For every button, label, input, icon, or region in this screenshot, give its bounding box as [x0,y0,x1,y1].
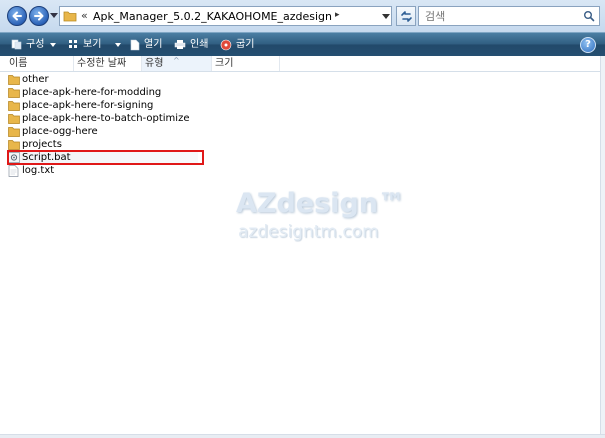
file-name: projects [22,139,62,150]
breadcrumb-folder[interactable]: Apk_Manager_5.0.2_KAKAOHOME_azdesign [93,10,332,23]
address-path-box[interactable]: « Apk_Manager_5.0.2_KAKAOHOME_azdesign ▸ [59,6,392,26]
watermark-url: azdesigntm.com [238,222,379,242]
batch-file-icon [8,152,20,163]
breadcrumb-arrow-icon[interactable]: ▸ [335,10,340,20]
folder-icon [63,11,77,22]
burn-label: 굽기 [236,39,255,50]
search-box[interactable] [418,6,600,26]
window-bottom-edge [0,434,605,438]
address-history-dropdown[interactable] [382,14,390,19]
list-item-selected[interactable]: Script.bat [8,151,198,164]
open-button[interactable]: 열기 [130,36,162,53]
refresh-button[interactable] [396,6,416,26]
file-name: place-apk-here-to-batch-optimize [22,113,190,124]
file-name: place-ogg-here [22,126,98,137]
document-icon [130,39,140,50]
list-item[interactable]: place-apk-here-to-batch-optimize [8,112,208,125]
back-button[interactable] [7,6,27,26]
list-item[interactable]: projects [8,138,198,151]
path-overflow-chevrons[interactable]: « [81,9,88,22]
text-file-icon [8,165,19,177]
column-size[interactable]: 크기 [212,56,280,71]
print-button[interactable]: 인쇄 [174,36,208,53]
search-input[interactable] [423,8,577,25]
organize-icon [11,39,22,50]
organize-button[interactable]: 구성 [11,36,57,53]
file-name: other [22,74,49,85]
organize-label: 구성 [26,39,45,50]
chevron-down-icon [50,42,57,47]
list-item[interactable]: log.txt [8,164,198,177]
refresh-icon [401,11,412,22]
folder-icon [8,75,20,85]
printer-icon [174,40,186,49]
file-name: log.txt [22,165,55,176]
list-item[interactable]: place-ogg-here [8,125,198,138]
command-toolbar: 구성 보기 열기 인쇄 굽기 ? [0,32,605,57]
burn-button[interactable]: 굽기 [220,36,254,53]
views-label: 보기 [83,39,102,50]
views-icon [69,40,77,48]
folder-icon [8,140,20,150]
recent-pages-dropdown[interactable] [50,13,58,18]
print-label: 인쇄 [190,39,209,50]
folder-icon [8,101,20,111]
search-icon[interactable] [583,10,595,22]
folder-icon [8,114,20,124]
column-type[interactable]: 유형 ^ [142,56,212,71]
column-name[interactable]: 이름 [6,56,74,71]
watermark-title: AZdesign™ [236,188,405,219]
forward-button[interactable] [29,6,49,26]
column-headers: 이름 수정한 날짜 유형 ^ 크기 [0,56,605,72]
chevron-down-icon [115,42,122,47]
views-button[interactable]: 보기 [68,36,122,53]
file-name: Script.bat [22,152,71,163]
list-item[interactable]: place-apk-here-for-signing [8,99,198,112]
column-modified[interactable]: 수정한 날짜 [74,56,142,71]
window-right-edge [600,56,605,438]
list-item[interactable]: other [8,73,198,86]
arrow-right-icon [34,11,44,21]
sort-ascending-icon: ^ [173,56,180,65]
folder-icon [8,88,20,98]
column-type-label: 유형 [145,58,164,69]
arrow-left-icon [12,11,22,21]
open-label: 열기 [144,39,163,50]
address-bar: « Apk_Manager_5.0.2_KAKAOHOME_azdesign ▸ [0,0,605,33]
disc-icon [220,39,232,50]
list-item[interactable]: place-apk-here-for-modding [8,86,198,99]
folder-icon [8,127,20,137]
file-name: place-apk-here-for-signing [22,100,154,111]
file-name: place-apk-here-for-modding [22,87,162,98]
help-button[interactable]: ? [580,37,596,53]
